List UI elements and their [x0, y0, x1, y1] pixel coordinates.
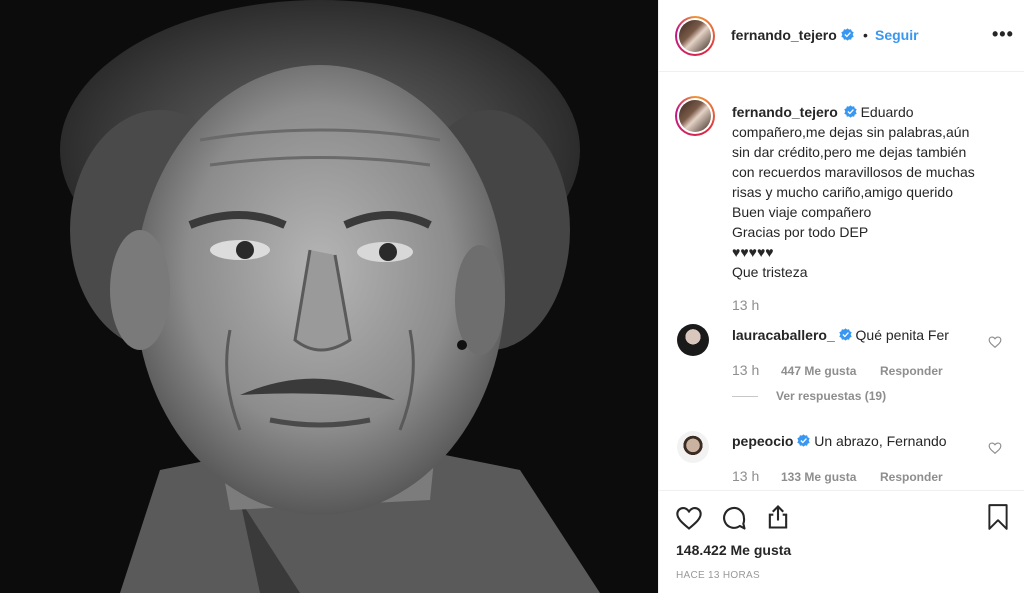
commenter-username-link[interactable]: lauracaballero_: [732, 327, 856, 343]
comment-timestamp[interactable]: 13 h: [732, 362, 759, 378]
caption-line: con recuerdos maravillosos de muchas: [732, 164, 975, 180]
commenter-username: lauracaballero_: [732, 327, 835, 343]
comment-icon[interactable]: [720, 504, 748, 532]
post-actions: 148.422 Me gusta Hace 13 horas: [659, 490, 1024, 593]
comment-likes[interactable]: 447 Me gusta: [781, 364, 856, 378]
caption-text: fernando_tejero Eduardo compañero,me dej…: [732, 102, 1012, 282]
view-replies-button[interactable]: Ver respuestas (19): [776, 389, 886, 403]
caption-avatar-image: [679, 100, 711, 132]
caption-username-link[interactable]: fernando_tejero: [732, 104, 861, 120]
comment-timestamp[interactable]: 13 h: [732, 468, 759, 484]
caption-line: Buen viaje compañero: [732, 204, 872, 220]
heart-icon[interactable]: [675, 504, 703, 532]
caption-line: Eduardo: [860, 104, 914, 120]
reply-button-label: Responder: [880, 470, 943, 484]
comment-body: pepeocio Un abrazo, Fernando: [732, 433, 947, 449]
caption-username: fernando_tejero: [732, 104, 838, 120]
caption-hearts: ♥♥♥♥♥: [732, 244, 774, 260]
caption-line: Que tristeza: [732, 264, 808, 280]
comment-likes-count: 447 Me gusta: [781, 364, 857, 378]
post-timestamp[interactable]: Hace 13 horas: [676, 570, 760, 581]
portrait-illustration: [0, 0, 658, 593]
author-avatar[interactable]: [675, 16, 715, 56]
share-icon[interactable]: [764, 503, 792, 531]
comment-like-heart-icon[interactable]: [988, 335, 1002, 349]
post-photo[interactable]: [0, 0, 658, 593]
comment-like-heart-icon[interactable]: [988, 441, 1002, 455]
caption-line: compañero,me dejas sin palabras,aún: [732, 124, 970, 140]
comment-likes[interactable]: 133 Me gusta: [781, 470, 856, 484]
verified-badge-icon: [844, 105, 857, 118]
header-separator: •: [863, 27, 868, 43]
verified-badge-icon: [797, 434, 811, 447]
caption-timestamp[interactable]: 13 h: [732, 297, 759, 313]
post-likes-count[interactable]: 148.422 Me gusta: [676, 542, 791, 558]
commenter-username-link[interactable]: pepeocio: [732, 433, 814, 449]
comment-text: Un abrazo, Fernando: [814, 433, 947, 449]
verified-badge-icon: [838, 328, 852, 341]
reply-button[interactable]: Responder: [880, 364, 943, 378]
author-avatar-image: [679, 20, 711, 52]
caption-author-avatar[interactable]: [675, 96, 715, 136]
caption-line: sin dar crédito,pero me dejas también: [732, 144, 967, 160]
post-header: fernando_tejero • Seguir •••: [659, 0, 1024, 72]
comment-body: lauracaballero_ Qué penita Fer: [732, 327, 949, 343]
reply-button[interactable]: Responder: [880, 470, 943, 484]
post-side-panel: fernando_tejero • Seguir ••• fernando_te…: [658, 0, 1024, 593]
commenter-avatar[interactable]: [677, 324, 709, 356]
comment-text: Qué penita Fer: [855, 327, 949, 343]
author-username-link[interactable]: fernando_tejero: [731, 27, 854, 43]
follow-button[interactable]: Seguir: [875, 27, 919, 43]
commenter-avatar[interactable]: [677, 431, 709, 463]
view-replies-label: Ver respuestas (19): [776, 389, 887, 403]
caption-line: Gracias por todo DEP: [732, 224, 869, 240]
more-options-icon[interactable]: •••: [992, 24, 1014, 45]
comment-likes-count: 133 Me gusta: [781, 470, 857, 484]
replies-divider: [732, 396, 758, 397]
commenter-username: pepeocio: [732, 433, 794, 449]
bookmark-icon[interactable]: [985, 503, 1011, 531]
reply-button-label: Responder: [880, 364, 943, 378]
author-username: fernando_tejero: [731, 27, 837, 43]
verified-badge-icon: [841, 28, 854, 41]
caption-line: risas y mucho cariño,amigo querido: [732, 184, 953, 200]
